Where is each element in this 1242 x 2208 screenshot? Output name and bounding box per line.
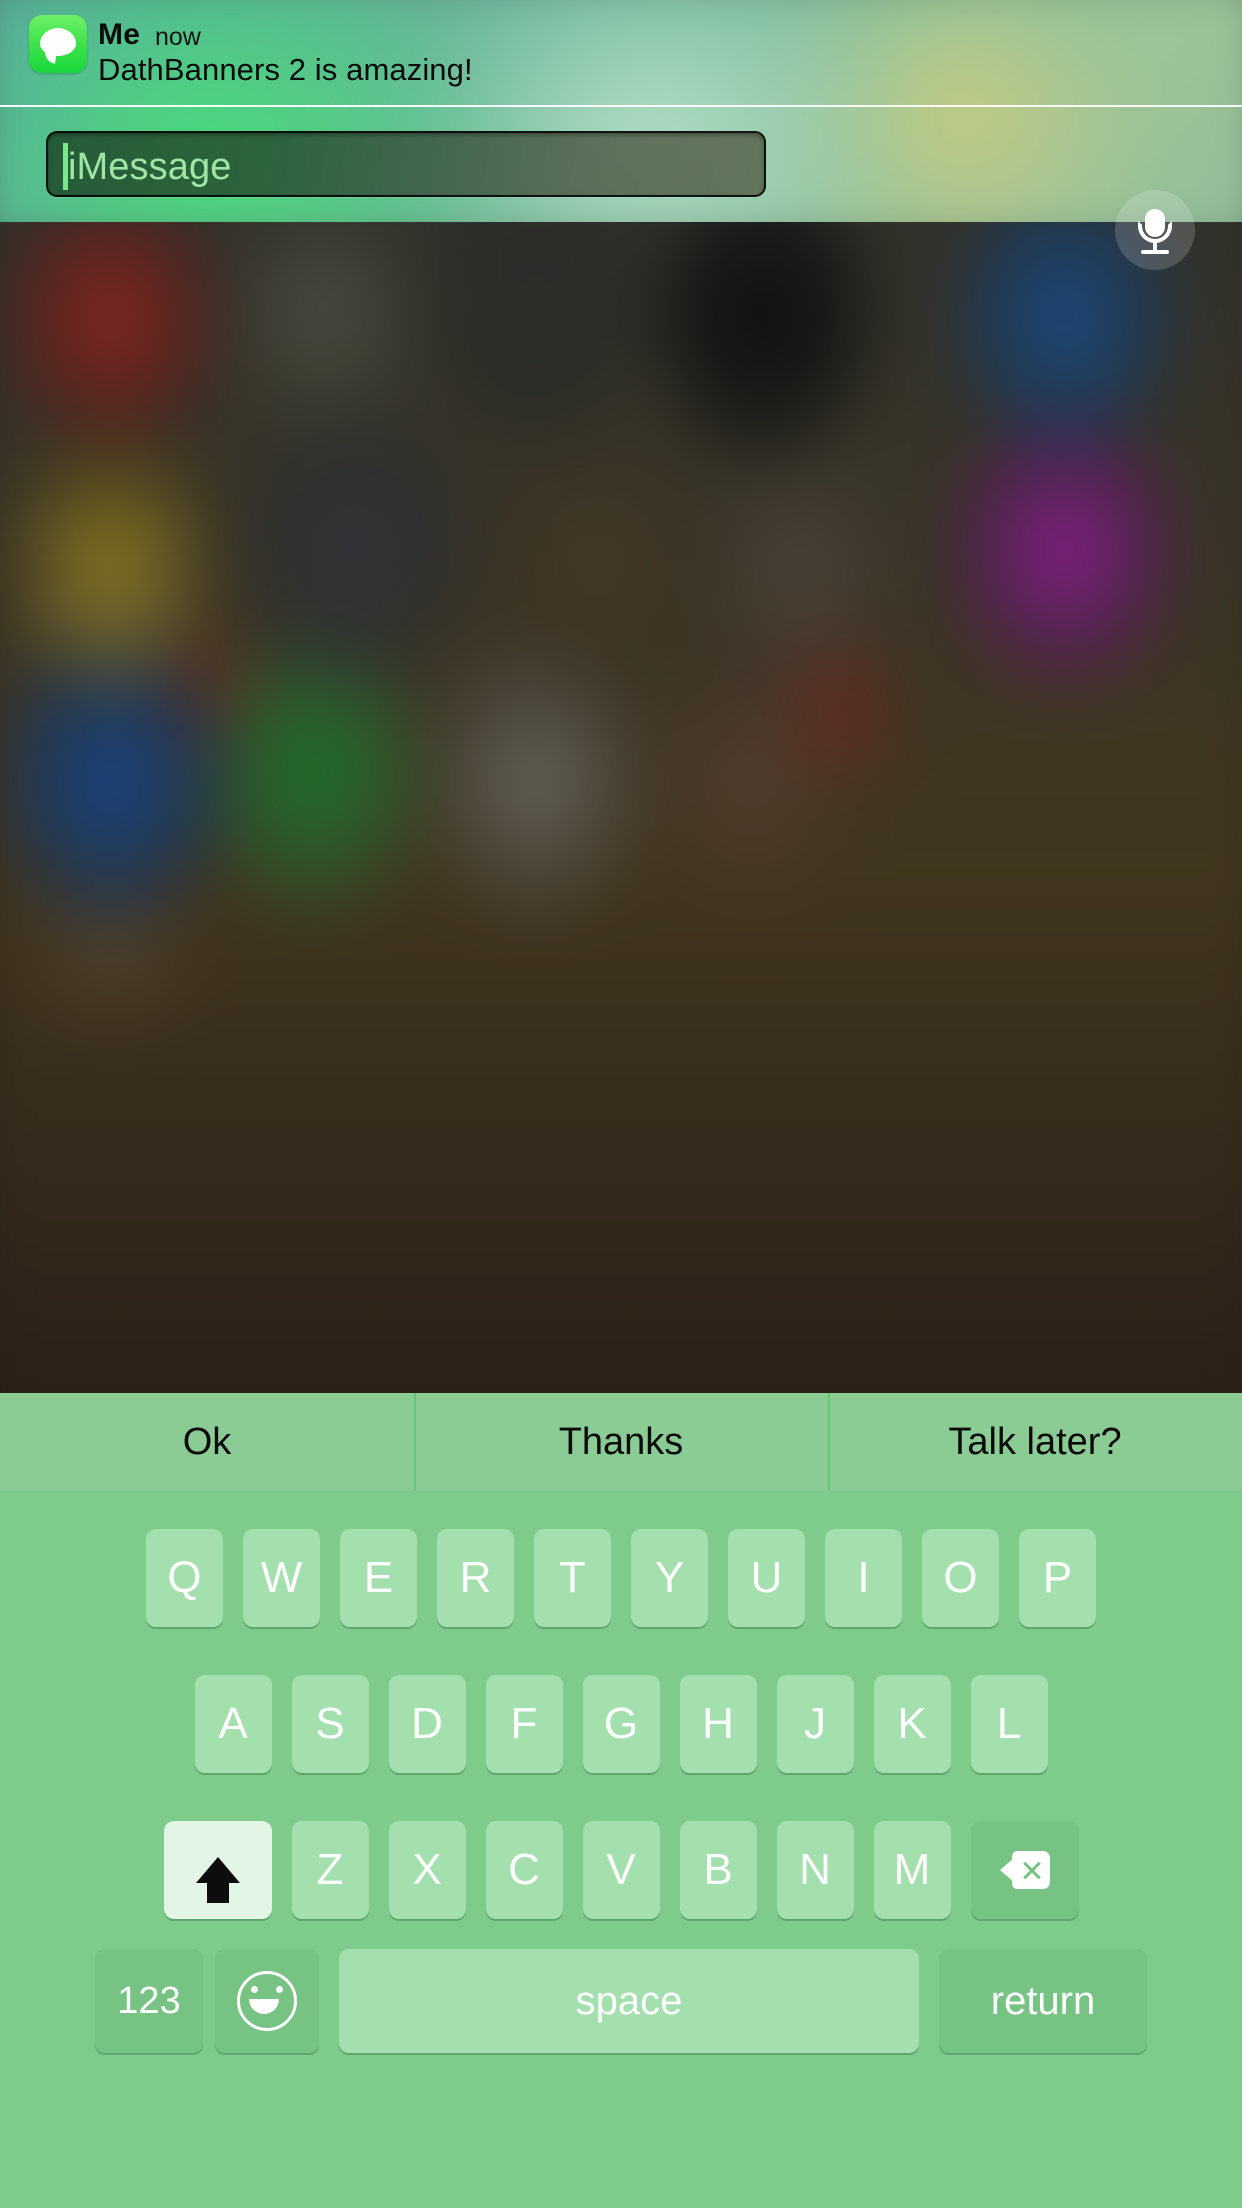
key-label: C bbox=[508, 1845, 540, 1894]
key-v[interactable]: V bbox=[582, 1821, 660, 1919]
suggestion-label: Thanks bbox=[558, 1420, 684, 1463]
key-o[interactable]: O bbox=[922, 1529, 999, 1627]
keyboard-row-3: Z X C V B N M bbox=[0, 1797, 1242, 1943]
notification-message-text: DathBanners 2 is amazing! bbox=[98, 52, 473, 87]
key-label: K bbox=[897, 1699, 927, 1748]
predictive-suggestion-bar: Ok Thanks Talk later? bbox=[0, 1393, 1242, 1491]
key-label: E bbox=[363, 1553, 394, 1602]
key-label: J bbox=[804, 1699, 826, 1748]
mic-arc bbox=[1138, 221, 1172, 243]
key-label: M bbox=[893, 1845, 931, 1894]
key-q[interactable]: Q bbox=[146, 1529, 223, 1627]
emoji-key[interactable] bbox=[215, 1949, 319, 2053]
notification-banner[interactable]: Me now DathBanners 2 is amazing! iMessag… bbox=[0, 0, 1242, 222]
keyboard-row-4: 123 space return bbox=[0, 1943, 1242, 2101]
key-label: 123 bbox=[117, 1979, 181, 2022]
key-b[interactable]: B bbox=[679, 1821, 757, 1919]
key-label: Z bbox=[316, 1845, 344, 1894]
suggestion-item-2[interactable]: Thanks bbox=[414, 1393, 828, 1491]
notification-timestamp: now bbox=[155, 23, 201, 51]
mic-base bbox=[1141, 250, 1169, 254]
key-label: S bbox=[315, 1699, 345, 1748]
key-c[interactable]: C bbox=[485, 1821, 563, 1919]
key-label: B bbox=[703, 1845, 733, 1894]
imessage-reply-input[interactable]: iMessage bbox=[46, 131, 766, 197]
smiley-eye-left bbox=[251, 1986, 258, 1993]
suggestion-item-1[interactable]: Ok bbox=[0, 1393, 414, 1491]
key-label: Q bbox=[167, 1553, 202, 1602]
key-label: P bbox=[1042, 1553, 1073, 1602]
key-label: D bbox=[411, 1699, 443, 1748]
key-label: U bbox=[750, 1553, 783, 1602]
key-label: X bbox=[412, 1845, 442, 1894]
smiley-eye-right bbox=[276, 1986, 283, 1993]
key-s[interactable]: S bbox=[291, 1675, 369, 1773]
onscreen-keyboard: Q W E R T Y U I O P A S D F G H J K L Z bbox=[0, 1491, 1242, 2208]
key-m[interactable]: M bbox=[873, 1821, 951, 1919]
key-l[interactable]: L bbox=[970, 1675, 1048, 1773]
key-u[interactable]: U bbox=[728, 1529, 805, 1627]
key-label: F bbox=[510, 1699, 538, 1748]
suggestion-label: Ok bbox=[182, 1420, 232, 1463]
key-r[interactable]: R bbox=[437, 1529, 514, 1627]
key-label: T bbox=[559, 1553, 586, 1602]
key-g[interactable]: G bbox=[582, 1675, 660, 1773]
key-label: V bbox=[606, 1845, 636, 1894]
key-p[interactable]: P bbox=[1019, 1529, 1096, 1627]
space-key[interactable]: space bbox=[339, 1949, 919, 2053]
keyboard-row-1: Q W E R T Y U I O P bbox=[0, 1505, 1242, 1651]
shift-arrow-icon bbox=[195, 1857, 240, 1903]
key-j[interactable]: J bbox=[776, 1675, 854, 1773]
key-i[interactable]: I bbox=[825, 1529, 902, 1627]
key-n[interactable]: N bbox=[776, 1821, 854, 1919]
key-f[interactable]: F bbox=[485, 1675, 563, 1773]
key-label: space bbox=[575, 1978, 683, 2023]
keyboard-row-2: A S D F G H J K L bbox=[0, 1651, 1242, 1797]
banner-content: Me now DathBanners 2 is amazing! iMessag… bbox=[0, 0, 1242, 222]
key-x[interactable]: X bbox=[388, 1821, 466, 1919]
key-y[interactable]: Y bbox=[631, 1529, 708, 1627]
return-key[interactable]: return bbox=[939, 1949, 1147, 2053]
numbers-key[interactable]: 123 bbox=[95, 1949, 203, 2053]
backspace-key[interactable] bbox=[970, 1821, 1079, 1919]
key-h[interactable]: H bbox=[679, 1675, 757, 1773]
speech-bubble-shape bbox=[40, 28, 76, 56]
key-label: A bbox=[218, 1699, 248, 1748]
key-k[interactable]: K bbox=[873, 1675, 951, 1773]
key-label: H bbox=[702, 1699, 734, 1748]
imessage-placeholder-text: iMessage bbox=[68, 146, 232, 188]
shift-key[interactable] bbox=[163, 1821, 272, 1919]
key-a[interactable]: A bbox=[194, 1675, 272, 1773]
key-e[interactable]: E bbox=[340, 1529, 417, 1627]
suggestion-label: Talk later? bbox=[948, 1420, 1122, 1463]
key-t[interactable]: T bbox=[534, 1529, 611, 1627]
key-label: L bbox=[996, 1699, 1022, 1748]
key-d[interactable]: D bbox=[388, 1675, 466, 1773]
key-label: return bbox=[990, 1978, 1096, 2023]
key-label: O bbox=[943, 1553, 978, 1602]
notification-sender: Me bbox=[98, 18, 141, 51]
phone-screen: Me now DathBanners 2 is amazing! iMessag… bbox=[0, 0, 1242, 2208]
smiley-face-icon bbox=[237, 1971, 297, 2031]
key-label: N bbox=[799, 1845, 831, 1894]
microphone-icon[interactable] bbox=[1115, 190, 1195, 270]
key-z[interactable]: Z bbox=[291, 1821, 369, 1919]
backspace-delete-icon bbox=[999, 1851, 1050, 1889]
key-w[interactable]: W bbox=[243, 1529, 320, 1627]
key-label: R bbox=[459, 1553, 492, 1602]
messages-icon bbox=[29, 15, 87, 73]
smiley-mouth bbox=[249, 1999, 279, 2014]
key-label: Y bbox=[654, 1553, 685, 1602]
key-label: G bbox=[603, 1699, 639, 1748]
key-label: I bbox=[857, 1553, 870, 1602]
suggestion-item-3[interactable]: Talk later? bbox=[828, 1393, 1242, 1491]
quick-reply-row: iMessage bbox=[0, 107, 1242, 222]
key-label: W bbox=[260, 1553, 303, 1602]
